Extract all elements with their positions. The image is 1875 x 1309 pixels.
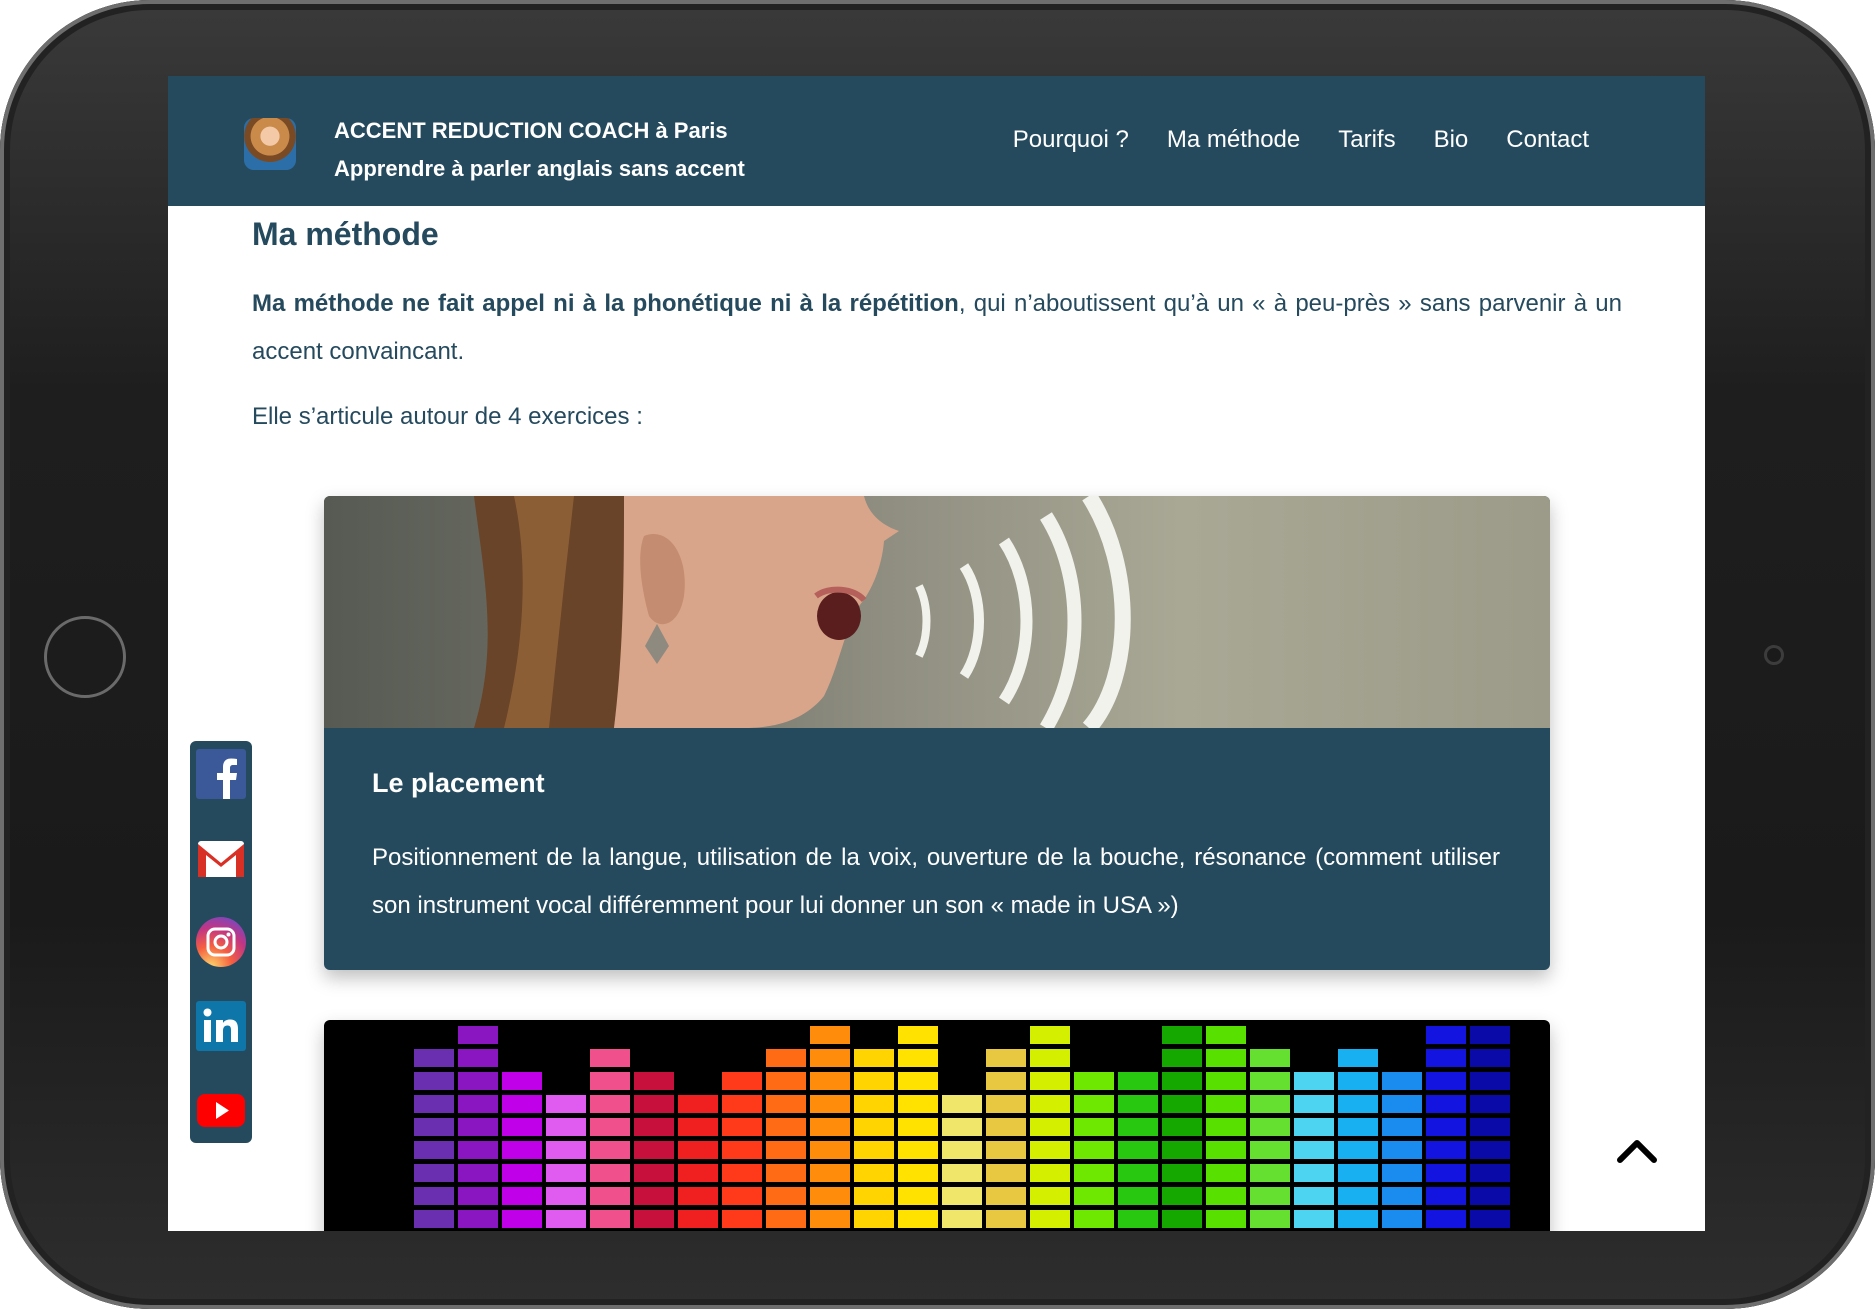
camera-icon bbox=[1764, 645, 1784, 665]
nav-item-contact[interactable]: Contact bbox=[1506, 126, 1589, 154]
avatar[interactable] bbox=[244, 118, 296, 170]
speaking-woman-image bbox=[324, 496, 1550, 728]
facebook-icon[interactable] bbox=[196, 749, 246, 799]
youtube-icon[interactable] bbox=[196, 1085, 246, 1135]
nav-item-methode[interactable]: Ma méthode bbox=[1167, 126, 1300, 154]
site-header: ACCENT REDUCTION COACH à Paris Apprendre… bbox=[168, 76, 1705, 206]
screen: ACCENT REDUCTION COACH à Paris Apprendre… bbox=[168, 76, 1705, 1231]
exercise-card-placement: Le placement Positionnement de la langue… bbox=[324, 496, 1550, 970]
home-button[interactable] bbox=[44, 616, 126, 698]
nav-item-tarifs[interactable]: Tarifs bbox=[1338, 126, 1395, 154]
card-text: Positionnement de la langue, utilisation… bbox=[372, 844, 1500, 919]
intro-bold-text: Ma méthode ne fait appel ni à la phonéti… bbox=[252, 290, 959, 317]
linkedin-icon[interactable] bbox=[196, 1001, 246, 1051]
tablet-frame: ACCENT REDUCTION COACH à Paris Apprendre… bbox=[0, 0, 1875, 1309]
equalizer-image bbox=[324, 1020, 1550, 1231]
card-title: Le placement bbox=[372, 768, 545, 798]
intro-paragraph: Ma méthode ne fait appel ni à la phonéti… bbox=[252, 280, 1622, 376]
page-title: Ma méthode bbox=[252, 216, 439, 252]
main-nav: Pourquoi ? Ma méthode Tarifs Bio Contact bbox=[1013, 126, 1589, 154]
site-title[interactable]: ACCENT REDUCTION COACH à Paris Apprendre… bbox=[334, 112, 745, 188]
nav-item-bio[interactable]: Bio bbox=[1434, 126, 1469, 154]
social-share-bar bbox=[190, 741, 252, 1143]
gmail-icon[interactable] bbox=[196, 833, 246, 883]
nav-item-pourquoi[interactable]: Pourquoi ? bbox=[1013, 126, 1129, 154]
site-title-line1: ACCENT REDUCTION COACH à Paris bbox=[334, 118, 728, 143]
instagram-icon[interactable] bbox=[196, 917, 246, 967]
site-title-line2: Apprendre à parler anglais sans accent bbox=[334, 156, 745, 181]
exercises-intro: Elle s’articule autour de 4 exercices : bbox=[252, 403, 643, 430]
back-to-top-icon[interactable] bbox=[1616, 1136, 1658, 1164]
